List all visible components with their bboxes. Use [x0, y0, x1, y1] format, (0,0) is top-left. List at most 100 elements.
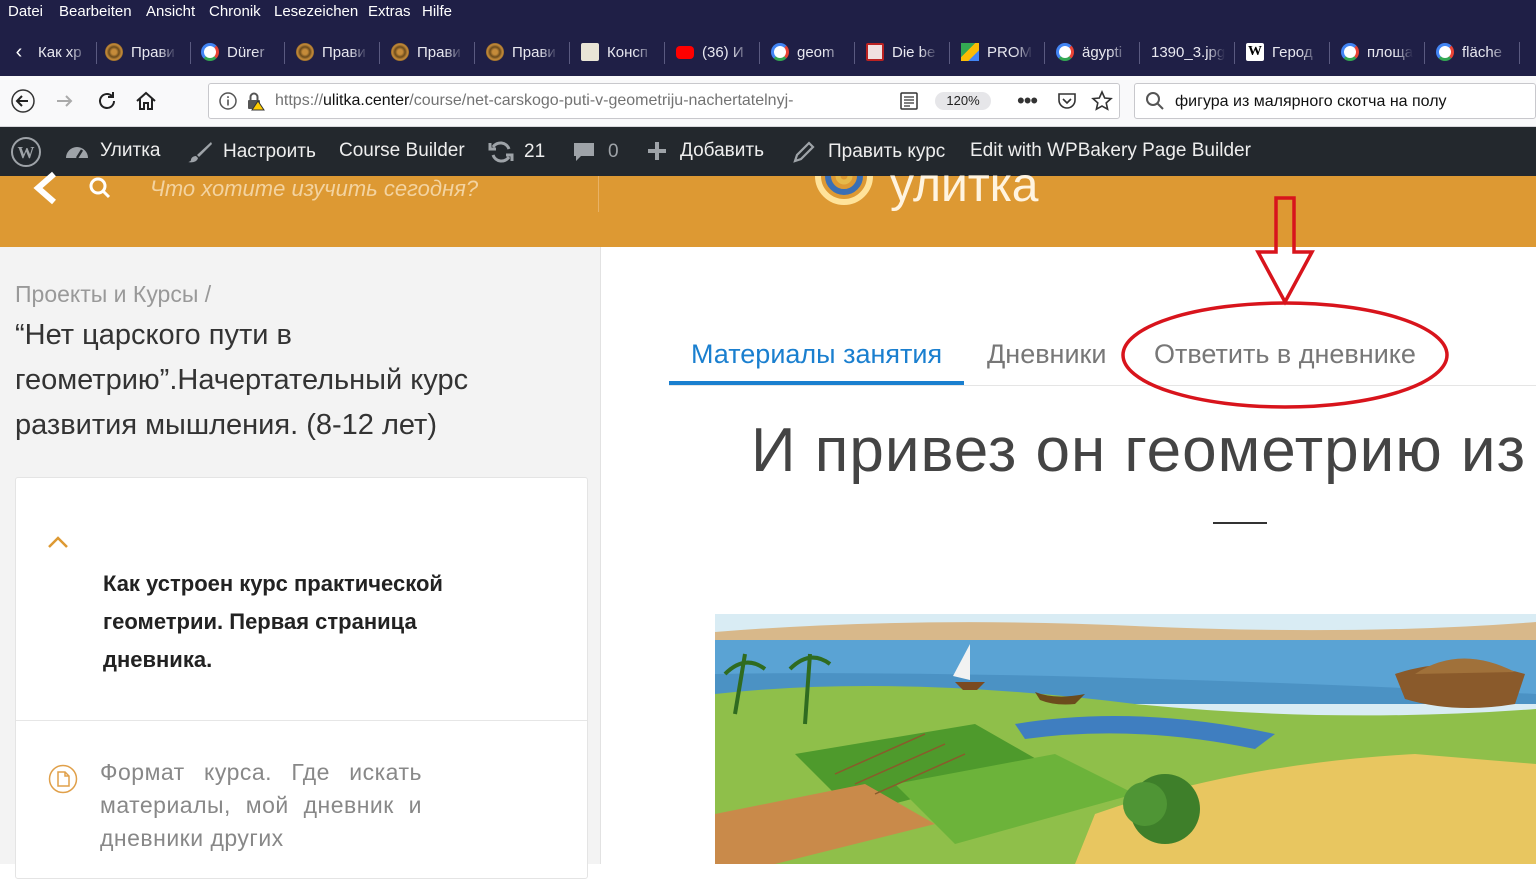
- wp-comments-link[interactable]: 0: [572, 140, 619, 164]
- site-search-input[interactable]: Что хотите изучить сегодня?: [150, 176, 478, 202]
- menu-extras[interactable]: Extras: [368, 3, 411, 20]
- menu-lesezeichen[interactable]: Lesezeichen: [274, 3, 358, 20]
- snail-logo-icon[interactable]: [812, 172, 876, 220]
- comment-bubble-icon: [574, 143, 594, 161]
- browser-tab[interactable]: Dürer: [201, 37, 273, 67]
- course-builder-label: Course Builder: [339, 140, 465, 161]
- search-input[interactable]: фигура из малярного скотча на полу: [1175, 93, 1447, 111]
- lesson-item[interactable]: Формат курса. Где искать материалы, мой …: [100, 756, 422, 855]
- wp-course-builder-link[interactable]: Course Builder: [339, 140, 465, 162]
- book-icon: [581, 43, 599, 61]
- lesson-item-active[interactable]: Как устроен курс практической геометрии.…: [103, 565, 523, 679]
- updates-count: 21: [524, 141, 546, 162]
- wp-updates-link[interactable]: 21: [488, 140, 545, 164]
- browser-tab[interactable]: Прави: [486, 37, 558, 67]
- back-arrow-icon: [11, 89, 35, 113]
- annotation-overlay: [1121, 196, 1449, 409]
- snail-icon: [296, 43, 314, 61]
- red-arrow-icon: [1255, 196, 1315, 306]
- heading-rule: [1213, 522, 1267, 524]
- browser-tab[interactable]: fläche: [1436, 37, 1508, 67]
- google-icon: [201, 43, 219, 61]
- reader-view-icon[interactable]: [899, 91, 919, 111]
- home-button[interactable]: [131, 86, 161, 116]
- browser-tab[interactable]: площа: [1341, 37, 1413, 67]
- lesson-list-card: Как устроен курс практической геометрии.…: [15, 477, 588, 879]
- svg-text:W: W: [18, 143, 35, 162]
- site-logo-text[interactable]: улитка: [890, 158, 1039, 213]
- chevron-up-icon[interactable]: [46, 534, 70, 550]
- back-chevron-icon[interactable]: [30, 170, 60, 206]
- url-scheme: https://: [275, 92, 324, 109]
- menu-bearbeiten[interactable]: Bearbeiten: [59, 3, 132, 20]
- site-search-icon[interactable]: [88, 176, 112, 200]
- wp-customize-label: Настроить: [223, 141, 316, 162]
- google-icon: [1436, 43, 1454, 61]
- menu-chronik[interactable]: Chronik: [209, 3, 261, 20]
- snail-icon: [105, 43, 123, 61]
- forward-arrow-icon: [57, 95, 73, 107]
- dashboard-gauge-icon: [66, 147, 88, 159]
- reload-icon: [99, 92, 115, 109]
- browser-tab[interactable]: PROM: [961, 37, 1033, 67]
- browser-tab[interactable]: geom: [771, 37, 843, 67]
- snail-icon: [486, 43, 504, 61]
- zoom-indicator[interactable]: 120%: [935, 92, 991, 110]
- google-icon: [1341, 43, 1359, 61]
- nile-illustration: [715, 614, 1536, 864]
- search-bar[interactable]: фигура из малярного скотча на полу: [1134, 83, 1536, 119]
- browser-tab[interactable]: Прави: [296, 37, 368, 67]
- wp-logo-button[interactable]: W: [10, 136, 42, 168]
- browser-tab[interactable]: W Герод: [1246, 37, 1318, 67]
- comments-count: 0: [608, 141, 619, 162]
- plus-icon: [648, 142, 666, 160]
- browser-tab[interactable]: Прави: [105, 37, 177, 67]
- back-button[interactable]: [8, 86, 38, 116]
- page-actions-icon[interactable]: •••: [1017, 88, 1038, 114]
- header-divider: [598, 176, 599, 212]
- browser-tab[interactable]: 1390_3.jpg: [1151, 37, 1225, 67]
- menu-hilfe[interactable]: Hilfe: [422, 3, 452, 20]
- navigation-toolbar: https://ulitka.center/course/net-carskog…: [0, 76, 1536, 127]
- reload-button[interactable]: [92, 86, 122, 116]
- insecure-lock-icon[interactable]: [245, 91, 265, 111]
- url-text[interactable]: https://ulitka.center/course/net-carskog…: [275, 92, 865, 110]
- tab-strip: ‹ Как хр Прави Dürer Прави Прави Прави К…: [0, 24, 1536, 76]
- search-icon: [1146, 92, 1164, 110]
- browser-tab[interactable]: Die be: [866, 37, 938, 67]
- wp-site-menu[interactable]: Улитка: [64, 140, 161, 162]
- menu-datei[interactable]: Datei: [8, 3, 43, 20]
- breadcrumb[interactable]: Проекты и Курсы /: [15, 281, 211, 308]
- pencil-icon: [793, 141, 815, 163]
- pocket-icon[interactable]: [1057, 91, 1077, 111]
- tab-scroll-left-icon[interactable]: ‹: [4, 37, 34, 67]
- forward-button[interactable]: [50, 86, 80, 116]
- course-title: “Нет царского пути в геометрию”.Начертат…: [15, 319, 469, 441]
- info-icon[interactable]: [219, 92, 237, 110]
- google-icon: [1056, 43, 1074, 61]
- page-icon: [866, 43, 884, 61]
- bookmark-star-icon[interactable]: [1091, 90, 1113, 112]
- snail-icon: [391, 43, 409, 61]
- wp-admin-bar: W Улитка Настроить Course Builder 21 0 Д…: [0, 127, 1536, 176]
- wp-add-new-link[interactable]: Добавить: [646, 140, 764, 162]
- browser-tab[interactable]: Прави: [391, 37, 463, 67]
- updates-icon: [488, 141, 514, 163]
- lesson-divider: [16, 720, 587, 721]
- menu-bar: Datei Bearbeiten Ansicht Chronik Lesezei…: [0, 0, 1536, 24]
- menu-ansicht[interactable]: Ansicht: [146, 3, 195, 20]
- tab-diaries[interactable]: Дневники: [987, 339, 1106, 370]
- wp-customize-link[interactable]: Настроить: [187, 140, 316, 164]
- red-ellipse-annotation: [1121, 301, 1449, 409]
- url-path: /course/net-carskogo-puti-v-geometriju-n…: [409, 92, 794, 109]
- browser-tab[interactable]: ägypti: [1056, 37, 1128, 67]
- browser-tab[interactable]: Как хр: [38, 37, 88, 67]
- wikipedia-icon: W: [1246, 43, 1264, 61]
- browser-tab[interactable]: Консп: [581, 37, 653, 67]
- url-bar[interactable]: https://ulitka.center/course/net-carskog…: [208, 83, 1120, 119]
- url-domain: ulitka.center: [323, 92, 410, 109]
- browser-tab[interactable]: (36) И: [676, 37, 750, 67]
- tab-lesson-materials[interactable]: Материалы занятия: [691, 339, 942, 370]
- add-new-label: Добавить: [680, 140, 764, 161]
- lesson-heading: И привез он геометрию из Е: [751, 416, 1536, 485]
